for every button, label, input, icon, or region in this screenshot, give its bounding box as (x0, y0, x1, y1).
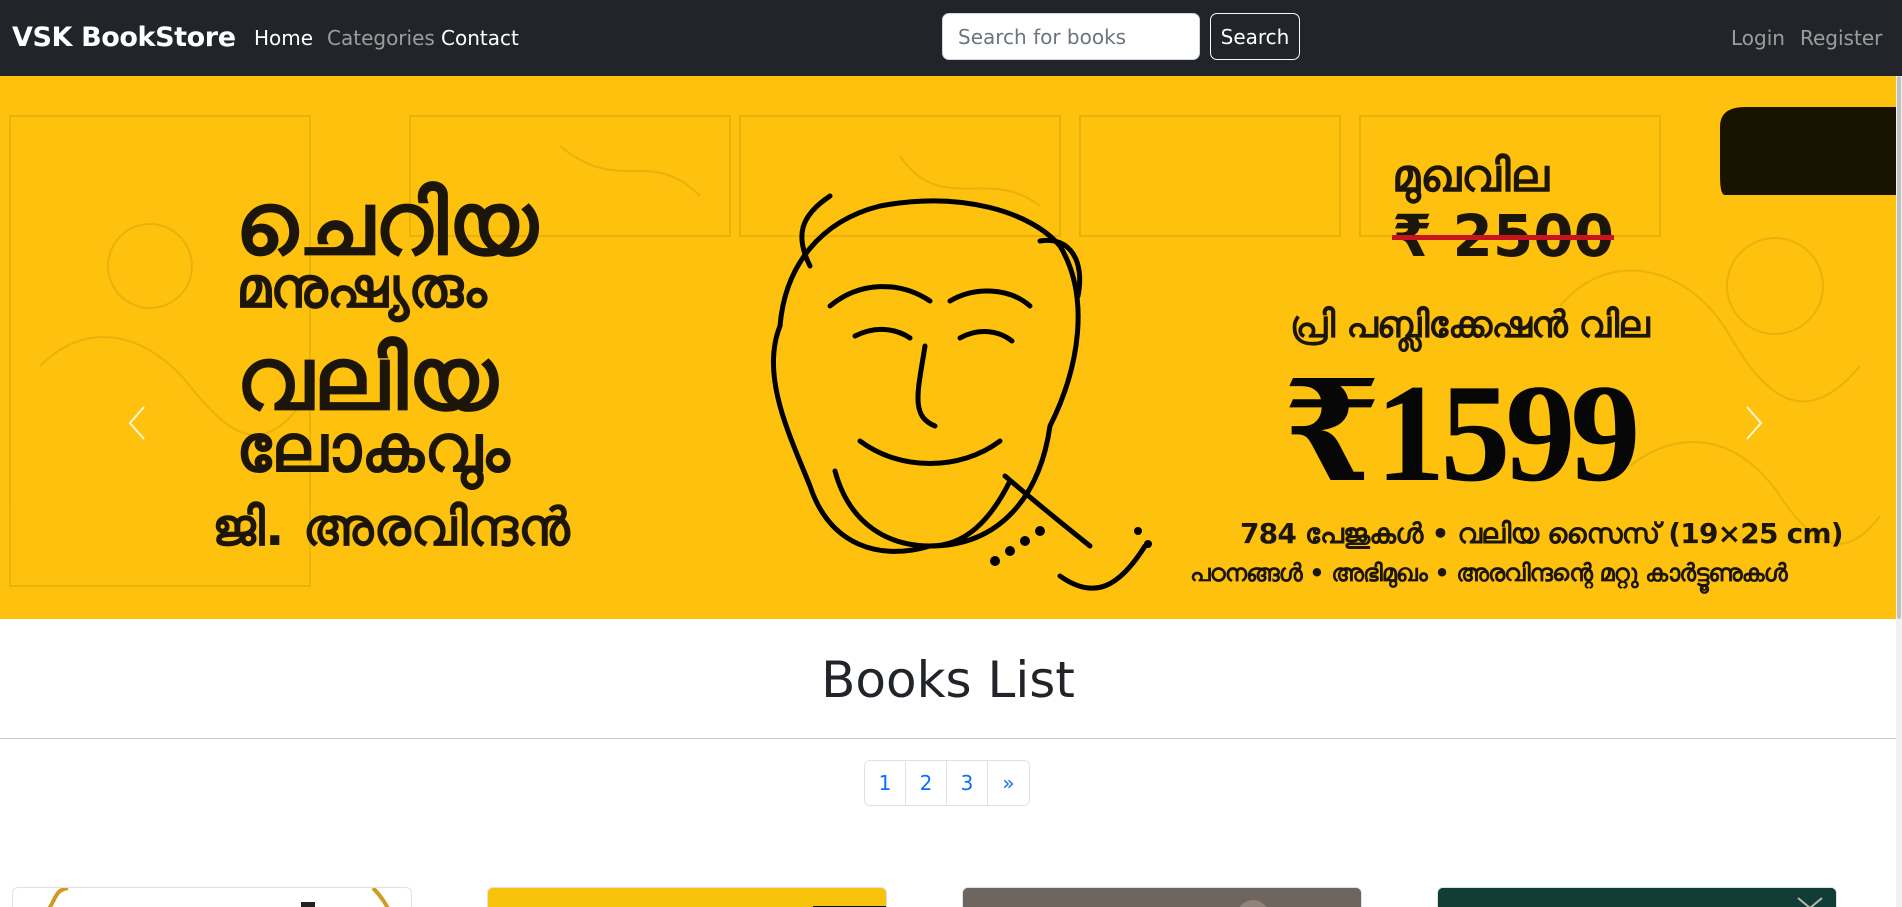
book-card-1[interactable] (12, 887, 412, 907)
search-input[interactable] (942, 13, 1200, 60)
carousel-prev-button[interactable] (120, 404, 156, 442)
chevron-left-icon (128, 406, 145, 440)
book-card-2[interactable] (487, 887, 887, 907)
nav-categories-link[interactable]: Categories (327, 24, 435, 52)
chevron-right-icon (1746, 406, 1763, 440)
page-scrollbar-thumb[interactable] (1897, 76, 1901, 619)
hero-carousel: ചെറിയ മനുഷ്യരും വലിയ ലോകവും ജി. അരവിന്ദൻ… (0, 76, 1896, 619)
hero-details-line2: പഠനങ്ങൾ • അഭിമുഖം • അരവിന്ദന്റെ മറ്റു കാ… (1190, 559, 1788, 587)
nav-home-link[interactable]: Home (254, 24, 313, 52)
page-2-link[interactable]: 2 (906, 761, 947, 805)
hero-face-price-label: മുഖവില (1392, 149, 1549, 202)
books-list-title: Books List (821, 651, 1075, 709)
book-cover-3 (963, 888, 1361, 907)
book-cover-2 (813, 906, 886, 907)
author-portrait-sketch (770, 193, 1148, 591)
pagination: 1 2 3 » (864, 760, 1030, 806)
hero-face-price: ₹ 2500 (1392, 202, 1614, 270)
book-cover-4 (1438, 888, 1836, 907)
hero-title-line2: മനുഷ്യരും (236, 256, 487, 321)
search-button[interactable]: Search (1210, 13, 1300, 60)
book-card-4[interactable] (1437, 887, 1837, 907)
hero-title-line4: ലോകവും (236, 410, 510, 487)
register-link[interactable]: Register (1800, 24, 1882, 52)
login-link[interactable]: Login (1731, 24, 1785, 52)
hero-prepub-label: പ്രി പബ്ലിക്കേഷൻ വില (1290, 303, 1650, 346)
navbar: VSK BookStore Home Categories Contact Se… (0, 0, 1902, 76)
page-1-link[interactable]: 1 (865, 761, 906, 805)
carousel-next-button[interactable] (1735, 404, 1771, 442)
brand-logo[interactable]: VSK BookStore (12, 20, 236, 56)
next-page-link[interactable]: » (988, 761, 1029, 805)
book-card-3[interactable] (962, 887, 1362, 907)
hero-prepub-price: ₹1599 (1283, 356, 1640, 511)
hero-details-line1: 784 പേജുകൾ • വലിയ സൈസ് (19×25 cm) (1240, 517, 1844, 550)
hero-author: ജി. അരവിന്ദൻ (212, 498, 570, 558)
nav-contact-link[interactable]: Contact (441, 24, 519, 52)
page-3-link[interactable]: 3 (947, 761, 988, 805)
section-divider (0, 738, 1896, 739)
book-cover-1 (47, 888, 390, 907)
